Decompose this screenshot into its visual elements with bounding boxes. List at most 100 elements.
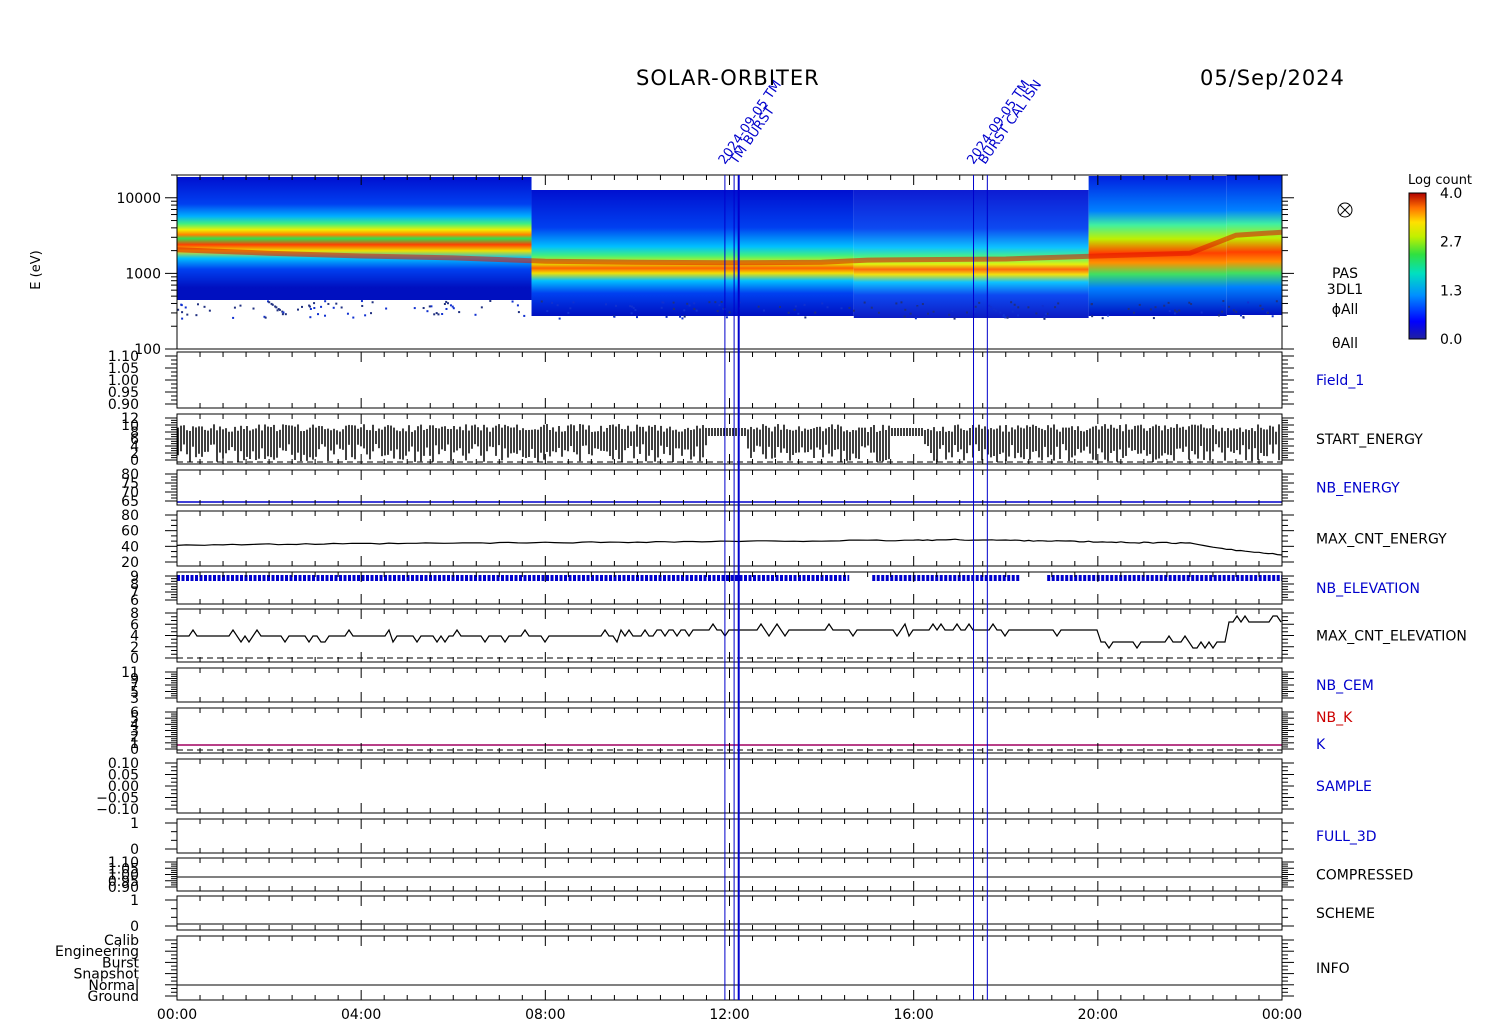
spectrogram-speckle (441, 313, 444, 316)
spectrogram-block (177, 177, 532, 300)
spectrogram-speckle (1275, 300, 1278, 303)
spectrogram-speckle (445, 300, 448, 303)
spectrogram-speckle (1247, 301, 1250, 304)
spectrogram-speckle (317, 313, 320, 316)
spectrogram-speckle (428, 305, 431, 308)
panel-label: START_ENERGY (1316, 432, 1423, 448)
spectrogram-speckle (1132, 311, 1135, 314)
spectrogram-speckle (1178, 309, 1181, 312)
spectrogram-speckle (1127, 307, 1130, 310)
spectrogram-speckle (361, 304, 364, 307)
spectrogram-right-label: θAll (1332, 336, 1358, 352)
spectrogram-speckle (1054, 306, 1057, 309)
x-tick-label: 16:00 (893, 1007, 933, 1020)
spectrogram-speckle (208, 309, 211, 312)
panel-label: INFO (1316, 961, 1350, 977)
panel-info: CalibEngineeringBurstSnapshotNormalGroun… (55, 933, 1350, 1005)
spectrogram-speckle (999, 311, 1002, 314)
spectrogram-speckle (1221, 310, 1224, 313)
spectrogram-speckle (186, 313, 189, 316)
spectrogram-speckle (630, 312, 633, 315)
spectrogram-speckle (313, 302, 316, 305)
spectrogram-speckle (1239, 314, 1242, 317)
max-cnt-elevation-line (177, 614, 1282, 650)
y-tick-label: 40 (121, 539, 139, 555)
spectrogram-block (531, 190, 854, 316)
spectrogram-speckle (1004, 316, 1007, 319)
panel-label: SAMPLE (1316, 779, 1372, 795)
spectrogram-speckle (681, 317, 684, 320)
spectrogram-speckle (276, 309, 279, 312)
spectrogram-speckle (965, 311, 968, 314)
spectrogram-speckle (629, 305, 632, 308)
spectrogram-speckle (978, 301, 981, 304)
spectrogram-speckle (203, 305, 206, 308)
spectrogram-speckle (895, 302, 898, 305)
panel-label: NB_ENERGY (1316, 481, 1400, 497)
spectrogram-speckle (320, 305, 323, 308)
spectrogram-speckle (683, 315, 686, 318)
spectrogram-speckle (271, 303, 274, 306)
spectrogram-block (1226, 175, 1282, 315)
spectrogram-speckle (870, 306, 873, 309)
spectrogram-right-label: PAS (1332, 266, 1358, 282)
spectrogram-speckle (433, 313, 436, 316)
spectrogram-speckle (1011, 310, 1014, 313)
spectrogram-speckle (636, 316, 639, 319)
spectrogram-speckle (728, 311, 731, 314)
spectrogram-speckle (718, 304, 721, 307)
spectrogram-speckle (763, 309, 766, 312)
plot-date: 05/Sep/2024 (1200, 66, 1345, 90)
spectrogram-speckle (360, 300, 363, 303)
spectrogram-speckle (301, 305, 304, 308)
spectrogram-speckle (239, 304, 242, 307)
spectrogram-speckle (308, 305, 311, 308)
spectrogram-speckle (1013, 303, 1016, 306)
panel-label: MAX_CNT_ELEVATION (1316, 629, 1467, 645)
spectrogram-speckle (1221, 305, 1224, 308)
spectrogram-speckle (1010, 301, 1013, 304)
colorbar-tick-label: 4.0 (1440, 186, 1462, 202)
spectrogram-speckle (1152, 317, 1155, 320)
spectrogram-speckle (1090, 303, 1093, 306)
x-tick-label: 20:00 (1078, 1007, 1118, 1020)
spectrogram-speckle (953, 317, 956, 320)
spectrogram-speckle (1190, 303, 1193, 306)
spectrogram-speckle (435, 312, 438, 315)
spectrogram-speckle (916, 306, 919, 309)
spectrogram-speckle (1174, 309, 1177, 312)
spectrogram-speckle (613, 315, 616, 318)
spectrogram-speckle (195, 314, 198, 317)
y-tick-label: 10000 (116, 191, 161, 207)
spectrogram-speckle (567, 311, 570, 314)
spectrogram-speckle (848, 306, 851, 309)
spectrogram-speckle (1259, 304, 1262, 307)
spectrogram-speckle (708, 301, 711, 304)
spectrogram-speckle (184, 306, 187, 309)
spectrogram-speckle (661, 301, 664, 304)
y-tick-label: 60 (121, 524, 139, 540)
spectrogram-speckle (1261, 308, 1264, 311)
colorbar-gradient (1408, 192, 1427, 340)
spectrogram-speckle (1044, 312, 1047, 315)
spectrogram-speckle (1271, 315, 1274, 318)
spectrogram-speckle (1043, 317, 1046, 320)
x-tick-label: 08:00 (525, 1007, 565, 1020)
spectrogram-speckle (346, 312, 349, 315)
x-tick-label: 04:00 (341, 1007, 381, 1020)
spectrogram-speckle (196, 303, 199, 306)
spectrogram-speckle (474, 313, 477, 316)
spectrogram-speckle (324, 300, 327, 303)
spectrogram-speckle (511, 300, 514, 303)
spectrogram-speckle (814, 311, 817, 314)
spectrogram-speckle (1188, 301, 1191, 304)
spectrogram-speckle (413, 307, 416, 310)
panel-label: Field_1 (1316, 373, 1364, 389)
spectrogram-speckle (1167, 301, 1170, 304)
y-axis-label: E (eV) (29, 250, 44, 289)
panel-label: MAX_CNT_ENERGY (1316, 532, 1447, 548)
spectrogram-speckle (948, 313, 951, 316)
spectrogram-speckle (1006, 316, 1009, 319)
spectrogram-speckle (1138, 303, 1141, 306)
spectrogram-speckle (840, 307, 843, 310)
